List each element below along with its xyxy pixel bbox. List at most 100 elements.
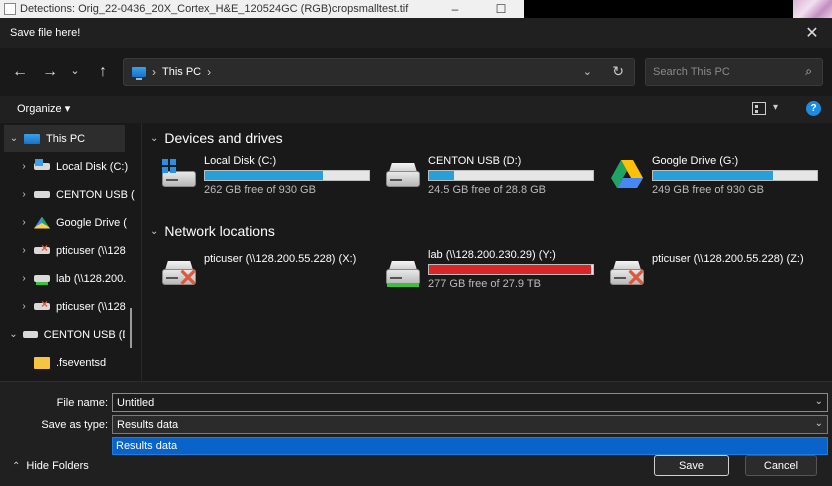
background-window-title: Detections: Orig_22-0436_20X_Cortex_H&E_… bbox=[20, 3, 409, 15]
sidebar-item-label: Local Disk (C:) bbox=[56, 160, 129, 173]
expand-chevron-icon[interactable]: › bbox=[14, 301, 34, 312]
sidebar-item-label: This PC bbox=[46, 132, 86, 145]
save-options-pane: File name: ⌄ Save as type: Results data … bbox=[0, 381, 832, 486]
refresh-icon[interactable]: ↻ bbox=[612, 63, 624, 80]
expand-chevron-icon[interactable]: › bbox=[14, 273, 34, 284]
sidebar-item-local-disk[interactable]: › Local Disk (C:) bbox=[14, 153, 135, 180]
devices-group-header[interactable]: ⌄ Devices and drives bbox=[150, 130, 283, 146]
sidebar-item-label: pticuser (\\128 bbox=[56, 244, 126, 257]
sidebar-item-this-pc[interactable]: ⌄ This PC bbox=[4, 125, 125, 152]
recent-locations-icon[interactable]: ⌄ bbox=[60, 55, 90, 85]
usage-bar bbox=[204, 170, 370, 181]
breadcrumb-separator-icon[interactable]: › bbox=[207, 65, 211, 79]
google-drive-icon bbox=[34, 216, 50, 229]
save-dialog: Save file here! ✕ ← → ⌄ ↑ › This PC › ⌄ … bbox=[0, 18, 832, 486]
usage-fill bbox=[429, 265, 592, 274]
network-tile-pticuser-z[interactable]: ✕ pticuser (\\128.200.55.228) (Z:) bbox=[608, 249, 823, 293]
organize-button[interactable]: Organize ▾ bbox=[17, 102, 70, 115]
navigation-pane[interactable]: ⌄ This PC › Local Disk (C:) › CENTON USB… bbox=[0, 123, 141, 381]
sidebar-item-centon-usb-expanded[interactable]: ⌄ CENTON USB (D bbox=[4, 321, 125, 348]
drive-tile-google-drive[interactable]: Google Drive (G:) 249 GB free of 930 GB bbox=[608, 155, 823, 199]
collapse-chevron-icon[interactable]: ⌄ bbox=[150, 133, 158, 144]
up-arrow-icon[interactable]: ↑ bbox=[88, 57, 118, 87]
file-name-dropdown-icon[interactable]: ⌄ bbox=[815, 396, 823, 407]
help-icon[interactable]: ? bbox=[806, 101, 821, 116]
network-group-header[interactable]: ⌄ Network locations bbox=[150, 223, 275, 239]
navigation-bar: ← → ⌄ ↑ › This PC › ⌄ ↻ ⌕ bbox=[0, 48, 832, 96]
save-button[interactable]: Save bbox=[654, 455, 729, 476]
sidebar-item-lab[interactable]: › lab (\\128.200. bbox=[14, 265, 135, 292]
minimize-icon[interactable]: – bbox=[432, 2, 478, 16]
content-pane[interactable]: ⌄ Devices and drives Local Disk (C:) 262… bbox=[141, 123, 832, 381]
breadcrumb-this-pc[interactable]: This PC bbox=[162, 66, 201, 78]
drive-name: Google Drive (G:) bbox=[652, 155, 739, 167]
view-dropdown-icon[interactable]: ▾ bbox=[773, 102, 778, 113]
drive-name: pticuser (\\128.200.55.228) (X:) bbox=[204, 253, 357, 265]
close-icon[interactable]: ✕ bbox=[792, 18, 832, 48]
expand-chevron-icon[interactable]: ⌄ bbox=[4, 329, 23, 340]
google-drive-icon bbox=[608, 159, 646, 191]
back-arrow-icon[interactable]: ← bbox=[5, 57, 35, 87]
save-type-dropdown-icon[interactable]: ⌄ bbox=[815, 418, 823, 429]
network-drive-icon bbox=[384, 257, 422, 289]
group-header-label: Devices and drives bbox=[164, 130, 283, 146]
network-tile-pticuser-x[interactable]: ✕ pticuser (\\128.200.55.228) (X:) bbox=[160, 249, 375, 293]
usage-fill bbox=[429, 171, 454, 180]
free-space-text: 277 GB free of 27.9 TB bbox=[428, 278, 541, 290]
disconnected-network-drive-icon: ✕ bbox=[608, 257, 646, 291]
search-input[interactable] bbox=[653, 66, 793, 78]
usb-drive-icon bbox=[22, 331, 38, 338]
hide-folders-button[interactable]: ⌃ Hide Folders bbox=[12, 460, 89, 472]
address-dropdown-icon[interactable]: ⌄ bbox=[583, 65, 592, 78]
maximize-icon[interactable]: ☐ bbox=[478, 2, 524, 16]
disconnected-network-drive-icon bbox=[34, 241, 50, 255]
sidebar-item-label: pticuser (\\128 bbox=[56, 300, 126, 313]
folder-icon bbox=[34, 356, 50, 369]
view-options-icon[interactable] bbox=[752, 102, 766, 115]
address-bar[interactable]: › This PC › ⌄ ↻ bbox=[123, 58, 635, 86]
sidebar-item-centon-usb[interactable]: › CENTON USB ( bbox=[14, 181, 135, 208]
expand-chevron-icon[interactable]: › bbox=[14, 189, 34, 200]
sidebar-item-label: lab (\\128.200. bbox=[56, 272, 127, 285]
disconnected-network-drive-icon bbox=[34, 297, 50, 311]
network-drive-icon bbox=[34, 275, 50, 285]
sidebar-item-pticuser-x[interactable]: › pticuser (\\128 bbox=[14, 237, 135, 264]
search-icon[interactable]: ⌕ bbox=[805, 64, 812, 79]
drive-tile-centon-usb[interactable]: CENTON USB (D:) 24.5 GB free of 28.8 GB bbox=[384, 155, 599, 199]
cancel-button[interactable]: Cancel bbox=[745, 455, 817, 476]
file-name-input[interactable] bbox=[117, 396, 797, 409]
expand-chevron-icon[interactable]: › bbox=[14, 217, 34, 228]
file-name-field[interactable]: ⌄ bbox=[112, 393, 828, 412]
drive-tile-local-disk[interactable]: Local Disk (C:) 262 GB free of 930 GB bbox=[160, 155, 375, 199]
expand-chevron-icon[interactable]: › bbox=[14, 161, 34, 172]
save-type-value: Results data bbox=[117, 418, 179, 431]
free-space-text: 249 GB free of 930 GB bbox=[652, 184, 764, 196]
sidebar-item-google-drive[interactable]: › Google Drive ( bbox=[14, 209, 135, 236]
sidebar-scrollbar[interactable] bbox=[130, 308, 132, 348]
save-type-label: Save as type: bbox=[41, 419, 108, 431]
drive-name: lab (\\128.200.230.29) (Y:) bbox=[428, 249, 556, 261]
free-space-text: 24.5 GB free of 28.8 GB bbox=[428, 184, 547, 196]
drive-name: pticuser (\\128.200.55.228) (Z:) bbox=[652, 253, 804, 265]
windows-drive-icon bbox=[160, 159, 198, 191]
pc-icon bbox=[132, 67, 146, 80]
save-type-select[interactable]: Results data ⌄ bbox=[112, 415, 828, 434]
drive-name: CENTON USB (D:) bbox=[428, 155, 522, 167]
sidebar-item-fseventsd[interactable]: .fseventsd bbox=[14, 349, 135, 376]
sidebar-item-label: CENTON USB (D bbox=[43, 328, 126, 341]
collapse-chevron-icon[interactable]: ⌄ bbox=[150, 226, 158, 237]
local-disk-icon bbox=[34, 159, 50, 170]
sidebar-item-pticuser-z[interactable]: › pticuser (\\128 bbox=[14, 293, 126, 320]
expand-chevron-icon[interactable]: ⌄ bbox=[4, 133, 24, 144]
background-desktop bbox=[524, 0, 832, 18]
expand-chevron-icon[interactable]: › bbox=[14, 245, 34, 256]
dialog-title: Save file here! bbox=[10, 27, 81, 39]
usage-bar bbox=[428, 170, 594, 181]
search-box[interactable]: ⌕ bbox=[645, 58, 823, 86]
save-type-option-results-data[interactable]: Results data bbox=[112, 437, 828, 455]
group-header-label: Network locations bbox=[164, 223, 275, 239]
free-space-text: 262 GB free of 930 GB bbox=[204, 184, 316, 196]
drive-name: Local Disk (C:) bbox=[204, 155, 277, 167]
background-thumbnail bbox=[793, 0, 832, 18]
network-tile-lab[interactable]: lab (\\128.200.230.29) (Y:) 277 GB free … bbox=[384, 249, 599, 293]
